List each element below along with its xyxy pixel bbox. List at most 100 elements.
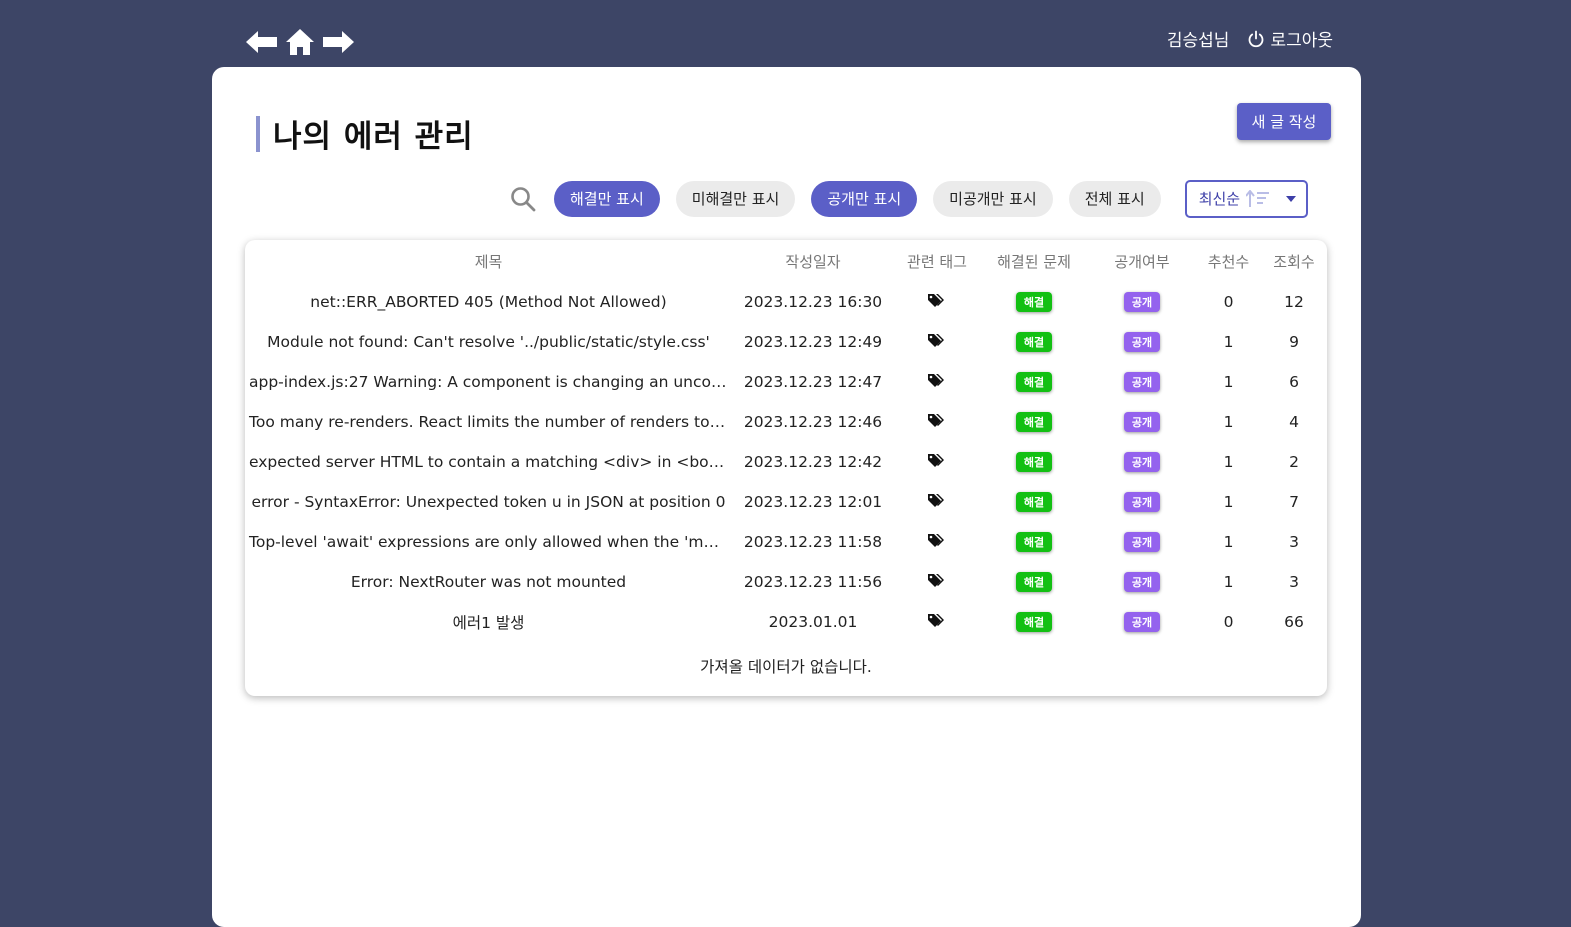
- row-views: 7: [1289, 493, 1299, 511]
- filter-bar: 해결만 표시 미해결만 표시 공개만 표시 미공개만 표시 전체 표시 최신순: [510, 179, 1308, 218]
- row-title[interactable]: Top-level 'await' expressions are only a…: [245, 522, 732, 562]
- resolved-badge: 해결: [1015, 572, 1053, 592]
- row-tags-cell: [894, 522, 980, 562]
- row-date: 2023.12.23 11:56: [743, 573, 883, 591]
- table-row[interactable]: net::ERR_ABORTED 405 (Method Not Allowed…: [245, 282, 1327, 322]
- logout-label: 로그아웃: [1270, 31, 1333, 51]
- row-date: 2023.12.23 16:30: [743, 293, 883, 311]
- column-header-views: 조회수: [1273, 252, 1315, 271]
- filter-public-only[interactable]: 공개만 표시: [811, 180, 918, 217]
- tag-icon[interactable]: [928, 373, 946, 392]
- resolved-badge: 해결: [1015, 532, 1053, 552]
- row-resolved-cell: 해결: [980, 362, 1088, 402]
- arrow-right-icon[interactable]: [321, 29, 355, 55]
- error-table: 제목 작성일자 관련 태그 해결된 문제 공개여부 추천수 조회수 net::E…: [245, 240, 1327, 642]
- row-views: 9: [1289, 333, 1299, 351]
- user-name: 김승섭님: [1166, 31, 1230, 51]
- power-icon: [1249, 30, 1264, 47]
- table-row[interactable]: app-index.js:27 Warning: A component is …: [245, 362, 1327, 402]
- arrow-left-icon[interactable]: [245, 29, 279, 55]
- row-date: 2023.12.23 12:42: [743, 453, 883, 471]
- table-row[interactable]: Top-level 'await' expressions are only a…: [245, 522, 1327, 562]
- row-resolved-cell: 해결: [980, 522, 1088, 562]
- row-views: 6: [1289, 373, 1299, 391]
- tag-icon[interactable]: [928, 613, 946, 632]
- row-likes: 1: [1223, 413, 1234, 431]
- row-views: 3: [1289, 533, 1299, 551]
- tag-icon[interactable]: [928, 573, 946, 592]
- home-icon[interactable]: [285, 28, 315, 56]
- row-public-cell: 공개: [1088, 282, 1196, 322]
- new-post-button[interactable]: 새 글 작성: [1237, 103, 1331, 140]
- tag-icon[interactable]: [928, 293, 946, 312]
- table-row[interactable]: Module not found: Can't resolve '../publ…: [245, 322, 1327, 362]
- title-accent-bar: [256, 116, 260, 152]
- row-title[interactable]: net::ERR_ABORTED 405 (Method Not Allowed…: [245, 282, 732, 322]
- public-badge: 공개: [1123, 572, 1161, 592]
- row-title[interactable]: Module not found: Can't resolve '../publ…: [245, 322, 732, 362]
- row-resolved-cell: 해결: [980, 442, 1088, 482]
- row-title[interactable]: Too many re-renders. React limits the nu…: [245, 402, 732, 442]
- logout-button[interactable]: 로그아웃: [1247, 26, 1333, 51]
- table-row[interactable]: Too many re-renders. React limits the nu…: [245, 402, 1327, 442]
- column-header-public: 공개여부: [1114, 252, 1170, 271]
- resolved-badge: 해결: [1015, 452, 1053, 472]
- row-resolved-cell: 해결: [980, 282, 1088, 322]
- row-views: 2: [1289, 453, 1299, 471]
- row-public-cell: 공개: [1088, 402, 1196, 442]
- row-resolved-cell: 해결: [980, 322, 1088, 362]
- row-public-cell: 공개: [1088, 322, 1196, 362]
- row-public-cell: 공개: [1088, 482, 1196, 522]
- main-card: 나의 에러 관리 새 글 작성 해결만 표시 미해결만 표시 공개만 표시 미공…: [212, 67, 1361, 927]
- row-date: 2023.12.23 12:49: [743, 333, 883, 351]
- row-date: 2023.12.23 12:47: [743, 373, 883, 391]
- table-row[interactable]: expected server HTML to contain a matchi…: [245, 442, 1327, 482]
- user-area: 김승섭님 로그아웃: [1167, 26, 1333, 51]
- public-badge: 공개: [1123, 372, 1161, 392]
- row-tags-cell: [894, 322, 980, 362]
- table-row[interactable]: 에러1 발생 2023.01.01 해결 공개 0 66: [245, 602, 1327, 642]
- row-likes: 0: [1223, 613, 1234, 631]
- tag-icon[interactable]: [928, 533, 946, 552]
- column-header-tags: 관련 태그: [907, 252, 967, 271]
- table-row[interactable]: error - SyntaxError: Unexpected token u …: [245, 482, 1327, 522]
- row-resolved-cell: 해결: [980, 562, 1088, 602]
- row-tags-cell: [894, 282, 980, 322]
- public-badge: 공개: [1123, 532, 1161, 552]
- filter-show-all[interactable]: 전체 표시: [1068, 180, 1161, 217]
- row-title[interactable]: error - SyntaxError: Unexpected token u …: [245, 482, 732, 522]
- tag-icon[interactable]: [928, 493, 946, 512]
- row-tags-cell: [894, 442, 980, 482]
- row-resolved-cell: 해결: [980, 602, 1088, 642]
- resolved-badge: 해결: [1015, 372, 1053, 392]
- row-title[interactable]: Error: NextRouter was not mounted: [245, 562, 732, 602]
- row-likes: 1: [1223, 533, 1234, 551]
- row-date: 2023.12.23 12:01: [743, 493, 883, 511]
- public-badge: 공개: [1123, 452, 1161, 472]
- resolved-badge: 해결: [1015, 612, 1053, 632]
- nav-buttons: [245, 28, 355, 56]
- row-tags-cell: [894, 362, 980, 402]
- row-title[interactable]: app-index.js:27 Warning: A component is …: [245, 362, 732, 402]
- resolved-badge: 해결: [1015, 332, 1053, 352]
- error-table-panel: 제목 작성일자 관련 태그 해결된 문제 공개여부 추천수 조회수 net::E…: [245, 240, 1327, 696]
- table-header-row: 제목 작성일자 관련 태그 해결된 문제 공개여부 추천수 조회수: [245, 240, 1327, 282]
- tag-icon[interactable]: [928, 453, 946, 472]
- row-title[interactable]: expected server HTML to contain a matchi…: [245, 442, 732, 482]
- table-row[interactable]: Error: NextRouter was not mounted 2023.12…: [245, 562, 1327, 602]
- row-public-cell: 공개: [1088, 442, 1196, 482]
- filter-private-only[interactable]: 미공개만 표시: [933, 180, 1053, 217]
- row-title[interactable]: 에러1 발생: [245, 602, 732, 642]
- row-public-cell: 공개: [1088, 562, 1196, 602]
- row-public-cell: 공개: [1088, 362, 1196, 402]
- sort-dropdown[interactable]: 최신순: [1184, 179, 1308, 218]
- tag-icon[interactable]: [928, 333, 946, 352]
- sort-descending-icon: [1246, 189, 1270, 207]
- row-public-cell: 공개: [1088, 602, 1196, 642]
- row-views: 66: [1284, 613, 1304, 631]
- tag-icon[interactable]: [928, 413, 946, 432]
- filter-unresolved-only[interactable]: 미해결만 표시: [675, 180, 796, 217]
- resolved-badge: 해결: [1015, 412, 1053, 432]
- search-icon[interactable]: [510, 186, 536, 212]
- filter-resolved-only[interactable]: 해결만 표시: [554, 180, 660, 217]
